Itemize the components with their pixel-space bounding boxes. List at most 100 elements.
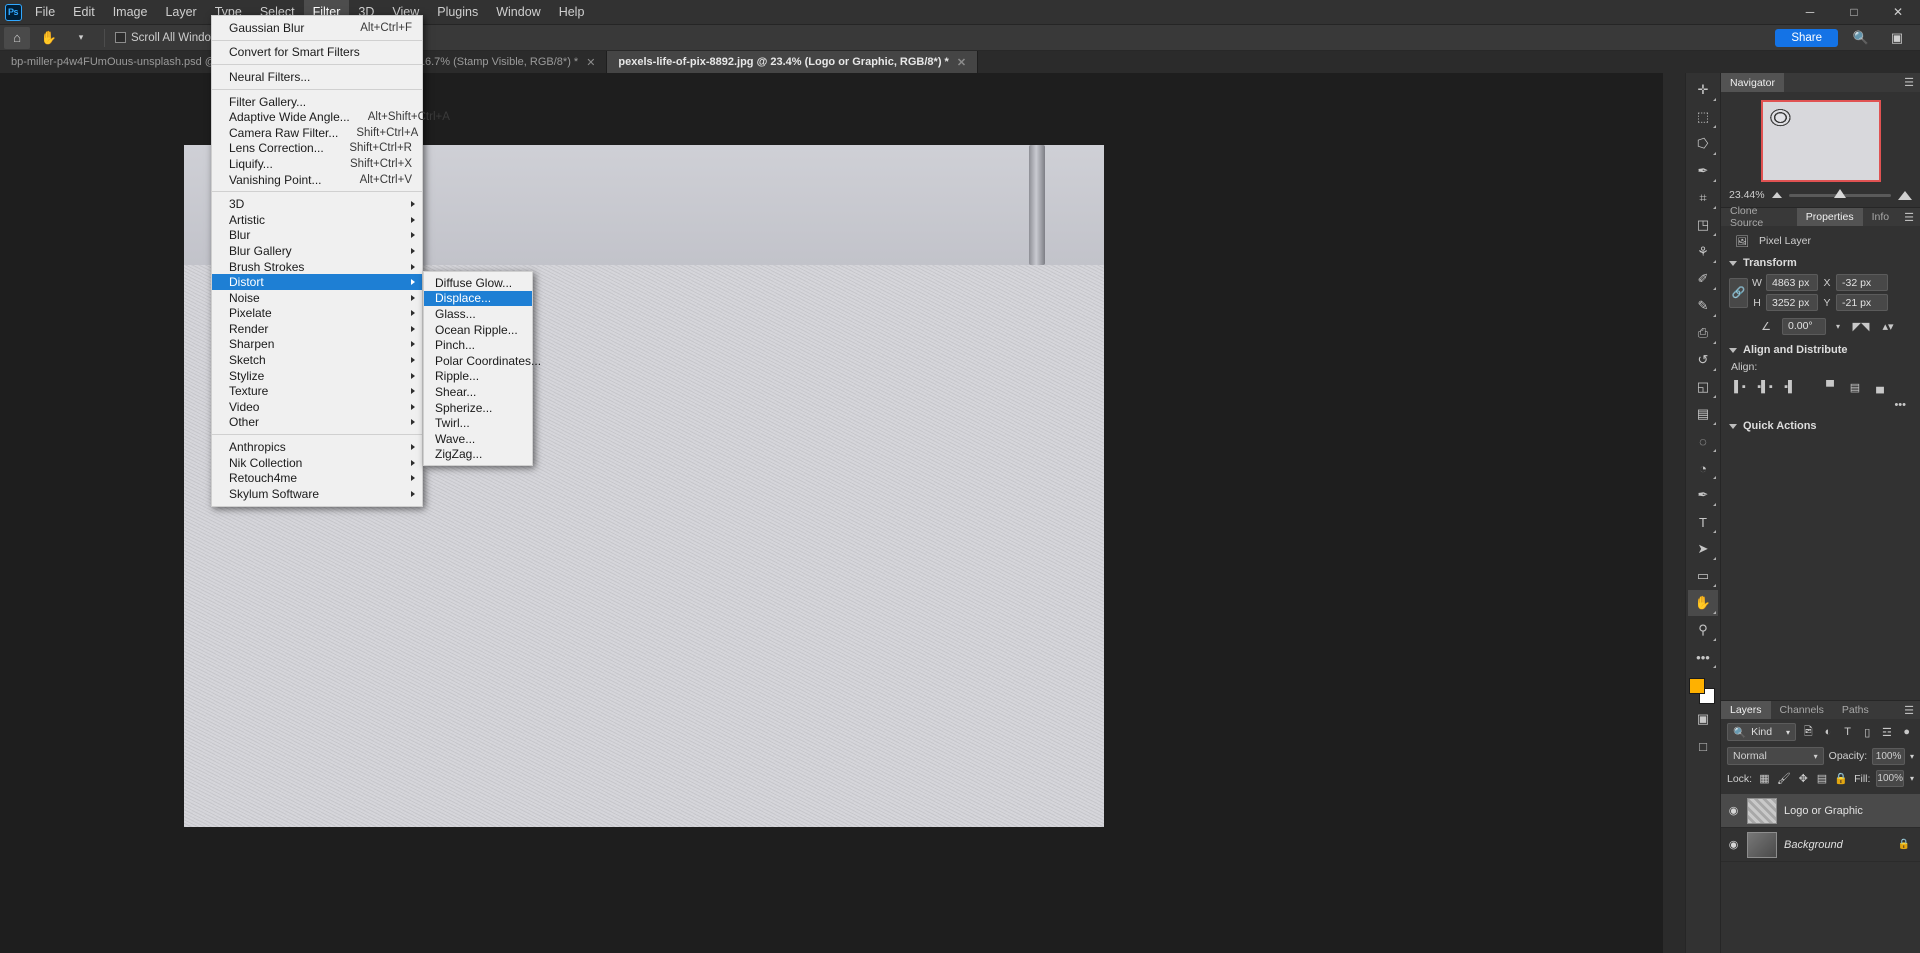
hand-tool-icon[interactable]: ✋ [1688, 590, 1718, 616]
filter-menu-item-vanishing-point[interactable]: Vanishing Point... Alt+Ctrl+V [212, 172, 422, 188]
filter-menu-item-brush-strokes[interactable]: Brush Strokes [212, 259, 422, 275]
menu-layer[interactable]: Layer [156, 0, 205, 25]
align-top-icon[interactable]: ▀ [1819, 378, 1841, 396]
menu-edit[interactable]: Edit [64, 0, 104, 25]
maximize-button[interactable]: □ [1832, 0, 1876, 25]
distort-item-spherize[interactable]: Spherize... [424, 400, 532, 416]
panel-menu-icon[interactable]: ☰ [1898, 701, 1920, 719]
distort-item-pinch[interactable]: Pinch... [424, 337, 532, 353]
lock-artboard-icon[interactable]: ▤ [1816, 770, 1829, 787]
distort-submenu[interactable]: Diffuse Glow... Displace... Glass... Ocean … [423, 271, 541, 467]
path-selection-tool-icon[interactable]: ➤ [1688, 536, 1718, 562]
distort-item-ripple[interactable]: Ripple... [424, 369, 532, 385]
flip-vertical-icon[interactable]: ▴▾ [1877, 317, 1899, 335]
history-brush-tool-icon[interactable]: ↺ [1688, 347, 1718, 373]
zoom-slider-knob[interactable] [1833, 188, 1846, 198]
filter-menu-item-other[interactable]: Other [212, 415, 422, 431]
tab-paths[interactable]: Paths [1833, 701, 1878, 719]
navigator-zoom-value[interactable]: 23.44% [1729, 189, 1765, 201]
align-bottom-icon[interactable]: ▄ [1869, 378, 1891, 396]
search-icon[interactable]: 🔍 [1848, 27, 1874, 49]
hand-tool-icon[interactable]: ✋ [36, 27, 62, 49]
distort-item-glass[interactable]: Glass... [424, 306, 532, 322]
filter-menu-item-nik-collection[interactable]: Nik Collection [212, 455, 422, 471]
filter-menu-item-anthropics[interactable]: Anthropics [212, 439, 422, 455]
filter-menu-item-sketch[interactable]: Sketch [212, 352, 422, 368]
filter-toggle-icon[interactable]: ● [1899, 724, 1914, 741]
angle-chevron-icon[interactable]: ▾ [1831, 317, 1845, 335]
share-button[interactable]: Share [1775, 28, 1838, 47]
tab-layers[interactable]: Layers [1721, 701, 1771, 719]
layer-thumbnail[interactable] [1747, 797, 1777, 824]
minimize-button[interactable]: ─ [1788, 0, 1832, 25]
menu-image[interactable]: Image [104, 0, 157, 25]
y-input[interactable]: -21 px [1836, 294, 1888, 311]
filter-shape-icon[interactable]: ▯ [1860, 724, 1875, 741]
distort-item-wave[interactable]: Wave... [424, 431, 532, 447]
filter-menu-item-liquify[interactable]: Liquify... Shift+Ctrl+X [212, 156, 422, 172]
quick-selection-tool-icon[interactable]: ✒ [1688, 158, 1718, 184]
distort-item-diffuse-glow[interactable]: Diffuse Glow... [424, 275, 532, 291]
crop-tool-icon[interactable]: ⌗ [1688, 185, 1718, 211]
spot-healing-tool-icon[interactable]: ✐ [1688, 266, 1718, 292]
filter-menu[interactable]: Gaussian Blur Alt+Ctrl+F Convert for Smart… [211, 15, 450, 507]
close-button[interactable]: ✕ [1876, 0, 1920, 25]
filter-pixel-icon[interactable]: 🖻 [1801, 724, 1816, 741]
chevron-down-icon[interactable]: ▾ [1786, 728, 1790, 737]
h-input[interactable]: 3252 px [1766, 294, 1818, 311]
filter-menu-item-camera-raw-filter[interactable]: Camera Raw Filter... Shift+Ctrl+A [212, 125, 422, 141]
filter-menu-item-retouch4me[interactable]: Retouch4me [212, 470, 422, 486]
link-aspect-icon[interactable]: 🔗 [1729, 277, 1748, 308]
distort-item-shear[interactable]: Shear... [424, 384, 532, 400]
filter-menu-item-artistic[interactable]: Artistic [212, 212, 422, 228]
navigator-thumbnail[interactable] [1760, 100, 1881, 182]
shape-tool-icon[interactable]: ▭ [1688, 563, 1718, 589]
filter-smart-icon[interactable]: ☲ [1880, 724, 1895, 741]
filter-menu-item-sharpen[interactable]: Sharpen [212, 337, 422, 353]
layer-row[interactable]: ◉ Logo or Graphic [1721, 794, 1920, 828]
fill-chevron-icon[interactable]: ▾ [1910, 774, 1914, 783]
angle-input[interactable]: 0.00° [1782, 317, 1826, 335]
quick-mask-icon[interactable]: ▣ [1688, 706, 1718, 732]
filter-menu-item-noise[interactable]: Noise [212, 290, 422, 306]
distort-item-zigzag[interactable]: ZigZag... [424, 447, 532, 463]
blur-tool-icon[interactable]: ◌ [1688, 428, 1718, 454]
opacity-chevron-icon[interactable]: ▾ [1910, 752, 1914, 761]
filter-menu-item-blur-gallery[interactable]: Blur Gallery [212, 243, 422, 259]
lock-all-icon[interactable]: 🔒 [1834, 770, 1848, 787]
layer-row[interactable]: ◉ Background 🔒 [1721, 828, 1920, 862]
filter-menu-item-video[interactable]: Video [212, 399, 422, 415]
zoom-slider[interactable] [1788, 188, 1891, 198]
menu-help[interactable]: Help [550, 0, 594, 25]
flip-horizontal-icon[interactable]: ◤◥ [1850, 317, 1872, 335]
type-tool-icon[interactable]: T [1688, 509, 1718, 535]
document-tab[interactable]: pexels-life-of-pix-8892.jpg @ 23.4% (Log… [607, 51, 979, 73]
filter-menu-item-neural-filters[interactable]: Neural Filters... [212, 69, 422, 85]
tab-info[interactable]: Info [1863, 208, 1899, 226]
lock-image-icon[interactable]: 🖌 [1777, 770, 1791, 787]
dodge-tool-icon[interactable]: ◔ [1688, 455, 1718, 481]
filter-menu-item-lens-correction[interactable]: Lens Correction... Shift+Ctrl+R [212, 141, 422, 157]
pen-tool-icon[interactable]: ✒ [1688, 482, 1718, 508]
lasso-tool-icon[interactable]: ⭔ [1688, 131, 1718, 157]
panel-menu-icon[interactable]: ☰ [1898, 208, 1920, 226]
layer-thumbnail[interactable] [1747, 831, 1777, 858]
chevron-down-icon[interactable] [1729, 423, 1737, 429]
eraser-tool-icon[interactable]: ◱ [1688, 374, 1718, 400]
filter-menu-item-adaptive-wide-angle[interactable]: Adaptive Wide Angle... Alt+Shift+Ctrl+A [212, 109, 450, 125]
foreground-color-swatch[interactable] [1689, 678, 1705, 694]
menu-file[interactable]: File [26, 0, 64, 25]
lock-transparency-icon[interactable]: ▦ [1758, 770, 1771, 787]
clone-stamp-tool-icon[interactable]: ⎙ [1688, 320, 1718, 346]
chevron-down-icon[interactable] [1729, 347, 1737, 353]
align-center-h-icon[interactable]: ▪▌▪ [1754, 378, 1776, 396]
layer-visibility-icon[interactable]: ◉ [1727, 838, 1740, 851]
align-more-button[interactable]: ••• [1721, 399, 1920, 415]
home-icon[interactable]: ⌂ [4, 26, 30, 49]
filter-menu-item-convert-for-smart-filters[interactable]: Convert for Smart Filters [212, 45, 422, 61]
x-input[interactable]: -32 px [1836, 274, 1888, 291]
screen-mode-icon[interactable]: □ [1688, 733, 1718, 759]
brush-tool-icon[interactable]: ✎ [1688, 293, 1718, 319]
filter-menu-item-pixelate[interactable]: Pixelate [212, 306, 422, 322]
checkbox-box[interactable] [115, 32, 126, 43]
